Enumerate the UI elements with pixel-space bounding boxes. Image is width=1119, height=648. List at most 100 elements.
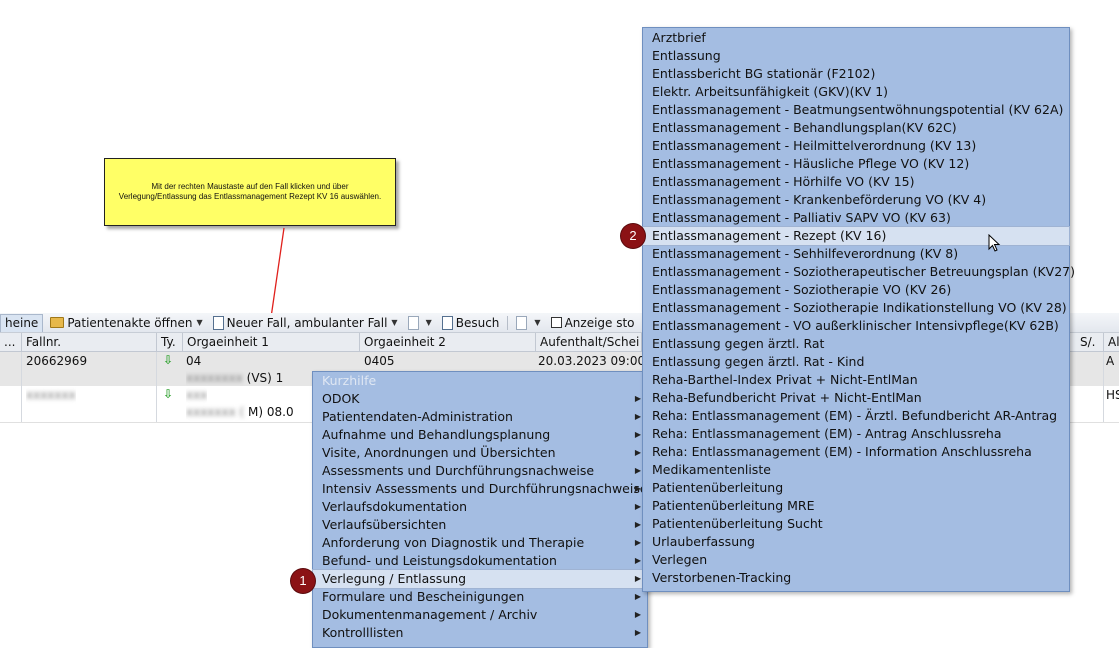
toolbar-divider — [507, 315, 509, 330]
menu-item-label: Intensiv Assessments und Durchführungsna… — [322, 481, 648, 496]
submenu-item[interactable]: Entlassmanagement - Krankenbeförderung V… — [643, 191, 1069, 209]
new-case-label: Neuer Fall, ambulanter Fall — [226, 315, 388, 330]
menu-item-intensiv[interactable]: Intensiv Assessments und Durchführungsna… — [313, 480, 648, 498]
menu-item-patientendaten[interactable]: Patientendaten-Administration ▶ — [313, 408, 647, 426]
tab-label: heine — [5, 316, 39, 330]
step-1-badge: 1 — [291, 569, 315, 593]
submenu-item[interactable]: Urlauberfassung — [643, 533, 1069, 551]
column-header-a[interactable]: Al — [1104, 333, 1119, 351]
menu-item-kontrolllisten[interactable]: Kontrolllisten ▶ — [313, 624, 647, 642]
folder-icon — [50, 317, 65, 328]
submenu-item[interactable]: Entlassmanagement - Hörhilfe VO (KV 15) — [643, 173, 1069, 191]
tab-heine[interactable]: heine — [0, 313, 44, 332]
cell-stay: 20.03.2023 09:00 — [538, 354, 646, 368]
menu-item-label: Assessments und Durchführungsnachweise — [322, 463, 595, 478]
menu-item-verlegung-entlassung[interactable]: Verlegung / Entlassung ▶ — [312, 569, 648, 589]
menu-item-verlaufsuebersichten[interactable]: Verlaufsübersichten ▶ — [313, 516, 647, 534]
visit-button[interactable]: Besuch — [439, 315, 503, 330]
redacted-text: xxxxxxx — [26, 388, 76, 402]
submenu-item[interactable]: Entlassung gegen ärztl. Rat — [643, 335, 1069, 353]
submenu-item[interactable]: Entlassung — [643, 47, 1069, 65]
submenu-item[interactable]: Entlassmanagement - Heilmittelverordnung… — [643, 137, 1069, 155]
submenu-item[interactable]: Entlassmanagement - Beatmungsentwöhnungs… — [643, 101, 1069, 119]
column-divider — [156, 386, 157, 422]
cell-org1-sub-text: M) 08.0 — [248, 405, 294, 419]
cell-s: A — [1106, 354, 1115, 368]
menu-item-assessments[interactable]: Assessments und Durchführungsnachweise ▶ — [313, 462, 647, 480]
submenu-item[interactable]: Patientenüberleitung MRE — [643, 497, 1069, 515]
new-case-button[interactable]: Neuer Fall, ambulanter Fall ▼ — [210, 315, 405, 330]
column-header-org2[interactable]: Orgaeinheit 2 — [360, 333, 536, 351]
cell-fallnr: xxxxxxx — [26, 386, 76, 404]
submenu-item[interactable]: Patientenüberleitung Sucht — [643, 515, 1069, 533]
mouse-cursor-icon — [988, 234, 1001, 252]
chevron-down-icon[interactable]: ▼ — [534, 318, 540, 327]
column-header-org1[interactable]: Orgaeinheit 1 — [183, 333, 360, 351]
menu-item-verlaufsdoku[interactable]: Verlaufsdokumentation ▶ — [313, 498, 647, 516]
menu-item-kurzhilfe[interactable]: Kurzhilfe — [313, 372, 647, 390]
submenu-arrow-icon: ▶ — [634, 448, 641, 457]
menu-item-aufnahme[interactable]: Aufnahme und Behandlungsplanung ▶ — [313, 426, 647, 444]
submenu-item[interactable]: Reha-Befundbericht Privat + Nicht-EntlMa… — [643, 389, 1069, 407]
submenu-item[interactable]: Entlassung gegen ärztl. Rat - Kind — [643, 353, 1069, 371]
chevron-down-icon[interactable]: ▼ — [391, 318, 397, 327]
submenu-item[interactable]: Reha: Entlassmanagement (EM) - Informati… — [643, 443, 1069, 461]
menu-item-odok[interactable]: ODOK ▶ — [313, 390, 647, 408]
open-record-button[interactable]: Patientenakte öffnen ▼ — [47, 316, 209, 330]
arrow-down-icon: ⇩ — [163, 387, 174, 401]
submenu-arrow-icon: ▶ — [634, 520, 641, 529]
submenu-item[interactable]: Reha: Entlassmanagement (EM) - Antrag An… — [643, 425, 1069, 443]
submenu-item[interactable]: Entlassmanagement - Häusliche Pflege VO … — [643, 155, 1069, 173]
cell-org1: xxx — [186, 386, 207, 404]
submenu-item[interactable]: Entlassmanagement - Sehhilfeverordnung (… — [643, 245, 1069, 263]
menu-item-formulare[interactable]: Formulare und Bescheinigungen ▶ — [313, 588, 647, 606]
submenu-item[interactable]: Arztbrief — [643, 29, 1069, 47]
menu-item-label: Patientendaten-Administration — [322, 409, 513, 424]
chevron-down-icon[interactable]: ▼ — [197, 318, 203, 327]
submenu-item[interactable]: Patientenüberleitung — [643, 479, 1069, 497]
submenu-arrow-icon: ▶ — [634, 466, 641, 475]
menu-item-label: Befund- und Leistungsdokumentation — [322, 553, 557, 568]
column-header-s[interactable]: S/. — [1076, 333, 1104, 351]
menu-item-label: Formulare und Bescheinigungen — [322, 589, 525, 604]
submenu-item[interactable]: Medikamentenliste — [643, 461, 1069, 479]
submenu-item[interactable]: Entlassmanagement - VO außerklinischer I… — [643, 317, 1069, 335]
menu-item-label: Kontrolllisten — [322, 625, 404, 640]
menu-item-visite[interactable]: Visite, Anordnungen und Übersichten ▶ — [313, 444, 647, 462]
chevron-down-icon[interactable]: ▼ — [426, 318, 432, 327]
submenu-item[interactable]: Entlassmanagement - Palliativ SAPV VO (K… — [643, 209, 1069, 227]
submenu-arrow-icon: ▶ — [634, 556, 641, 565]
edit-button[interactable]: ▼ — [405, 315, 439, 330]
menu-item-befund[interactable]: Befund- und Leistungsdokumentation ▶ — [313, 552, 647, 570]
submenu-arrow-icon: ▶ — [634, 502, 641, 511]
menu-item-anforderung[interactable]: Anforderung von Diagnostik und Therapie ▶ — [313, 534, 647, 552]
submenu-arrow-icon: ▶ — [634, 538, 641, 547]
context-menu: Kurzhilfe ODOK ▶ Patientendaten-Administr… — [312, 371, 648, 648]
redacted-text: xxxxxxx ( — [186, 405, 245, 419]
menu-item-dokumentenmanagement[interactable]: Dokumentenmanagement / Archiv ▶ — [313, 606, 647, 624]
menu-item-label: Kurzhilfe — [322, 373, 377, 388]
submenu-item[interactable]: Entlassbericht BG stationär (F2102) — [643, 65, 1069, 83]
copy-icon — [516, 315, 528, 330]
submenu-item[interactable]: Reha-Barthel-Index Privat + Nicht-EntlMa… — [643, 371, 1069, 389]
submenu-item[interactable]: Reha: Entlassmanagement (EM) - Ärztl. Be… — [643, 407, 1069, 425]
display-checkbox[interactable]: Anzeige sto — [548, 316, 638, 330]
menu-item-label: ODOK — [322, 391, 360, 406]
cell-s: HS — [1106, 388, 1119, 402]
column-header-fallnr[interactable]: Fallnr. — [22, 333, 157, 351]
column-header-stay[interactable]: Aufenthalt/Schei — [536, 333, 642, 351]
submenu-item[interactable]: Verlegen — [643, 551, 1069, 569]
submenu-item[interactable]: Verstorbenen-Tracking — [643, 569, 1069, 587]
submenu-item[interactable]: Entlassmanagement - Soziotherapie Indika… — [643, 299, 1069, 317]
column-header[interactable]: ... — [0, 333, 22, 351]
column-divider — [21, 352, 22, 386]
submenu-item[interactable]: Entlassmanagement - Soziotherapie VO (KV… — [643, 281, 1069, 299]
copy-button[interactable]: ▼ — [513, 315, 547, 330]
submenu-item-rezept-kv16[interactable]: Entlassmanagement - Rezept (KV 16) — [642, 226, 1070, 246]
submenu-item[interactable]: Elektr. Arbeitsunfähigkeit (GKV)(KV 1) — [643, 83, 1069, 101]
column-header-type[interactable]: Ty. — [157, 333, 183, 351]
submenu-item[interactable]: Entlassmanagement - Behandlungsplan(KV 6… — [643, 119, 1069, 137]
submenu-item[interactable]: Entlassmanagement - Soziotherapeutischer… — [643, 263, 1075, 281]
checkbox-icon[interactable] — [550, 317, 562, 328]
menu-item-label: Verlegung / Entlassung — [322, 571, 467, 586]
